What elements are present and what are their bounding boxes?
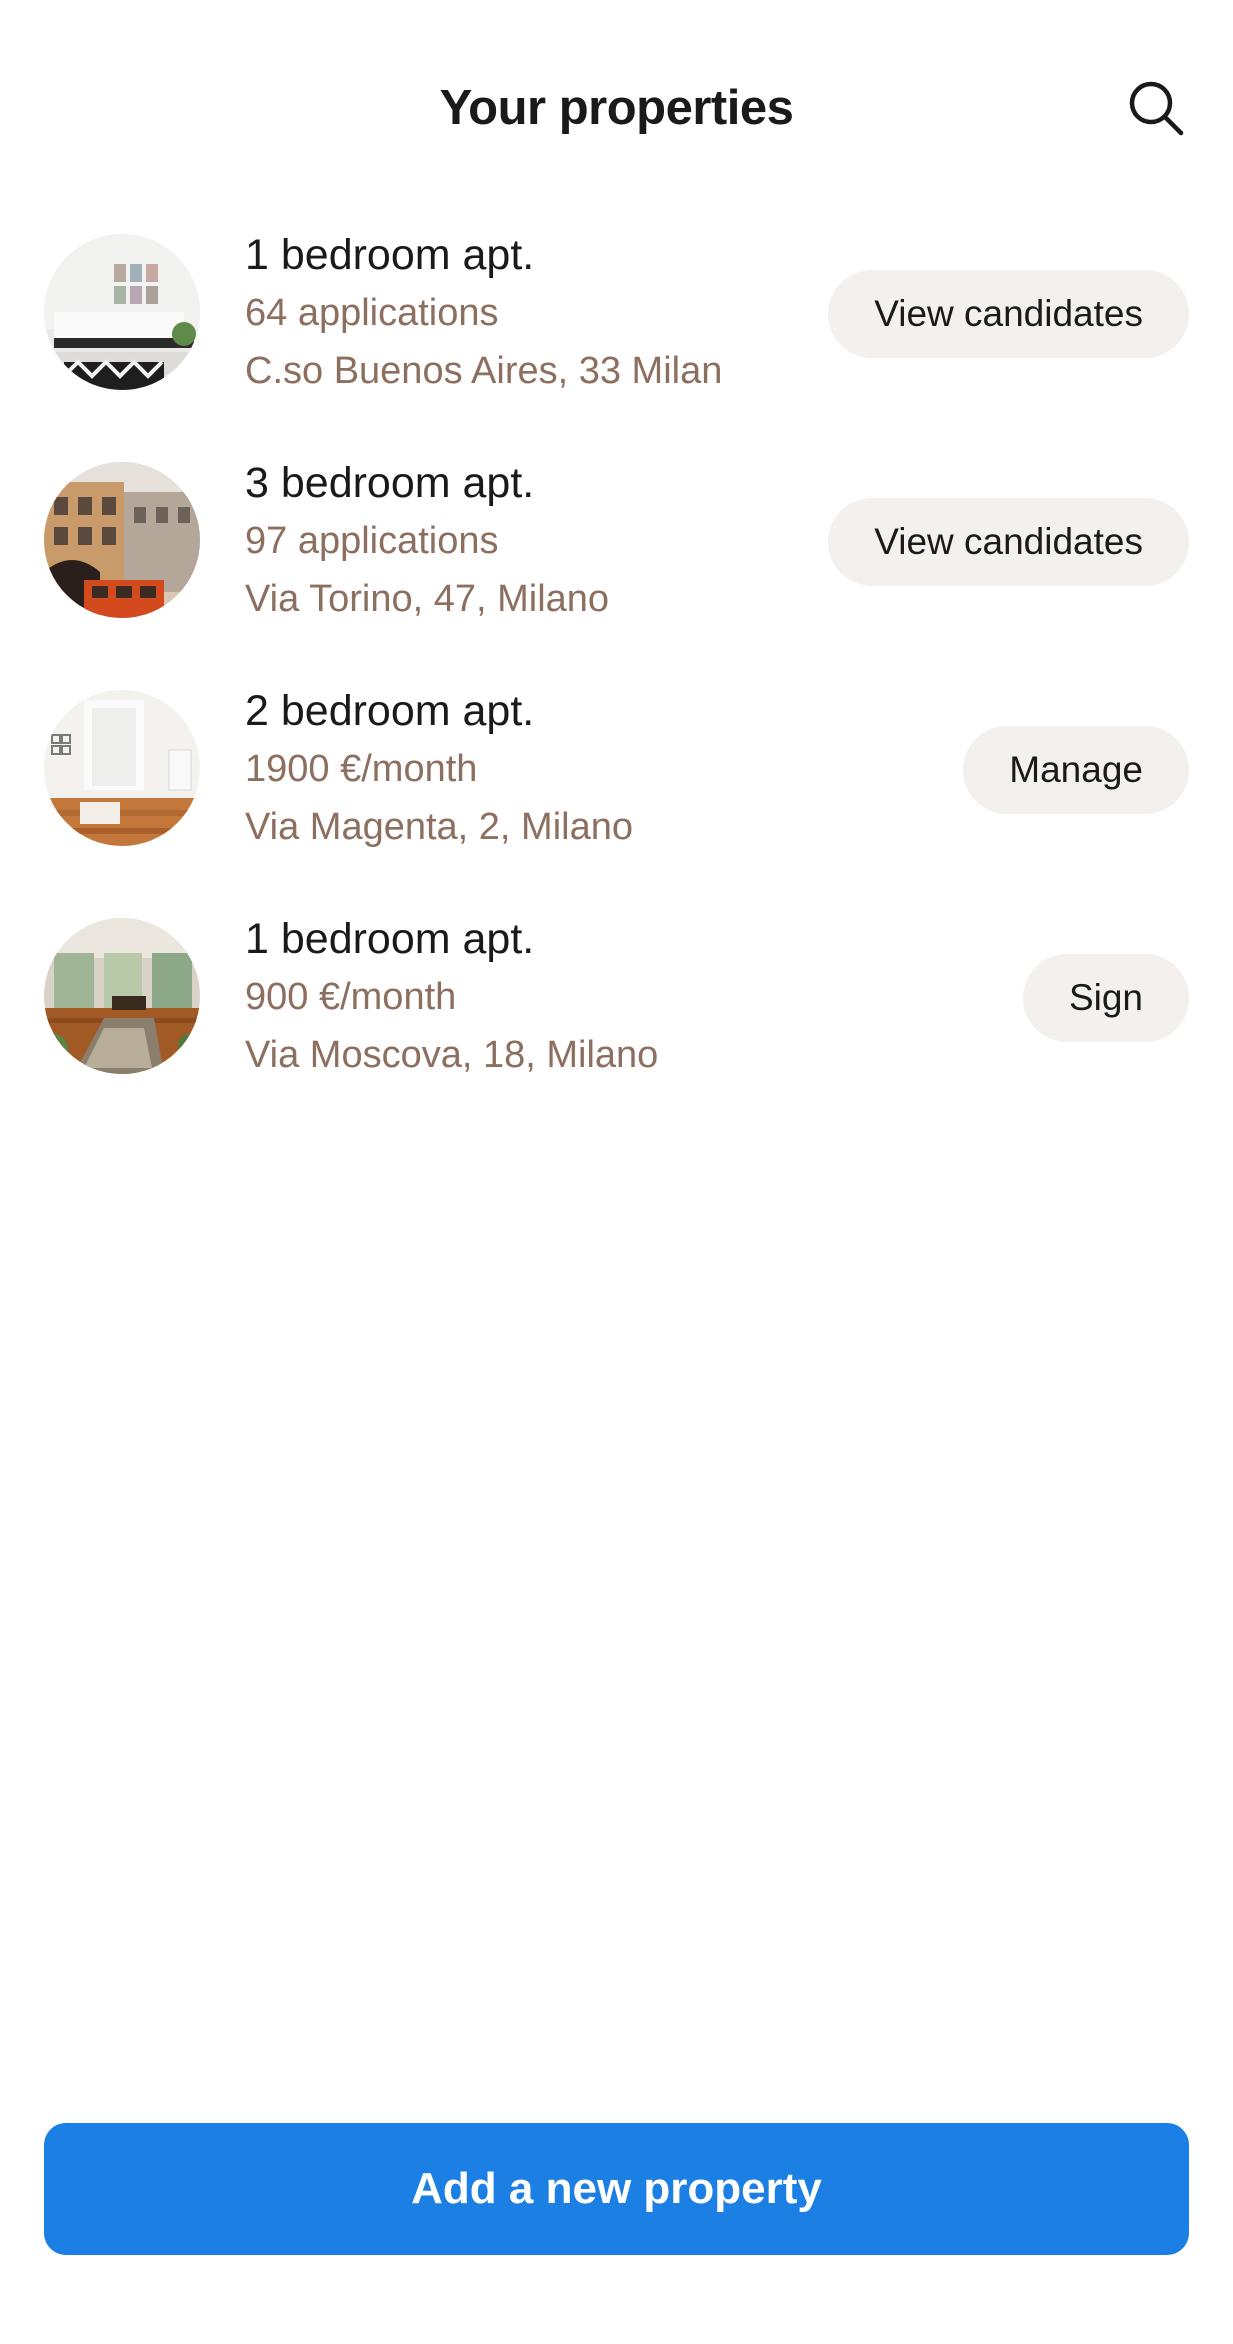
property-detail: 97 applications bbox=[245, 520, 499, 562]
sign-button[interactable]: Sign bbox=[1022, 954, 1189, 1042]
property-photo bbox=[44, 918, 200, 1074]
property-info: 1 bedroom apt. 900 €/month Via Moscova, … bbox=[245, 912, 805, 1088]
property-row[interactable]: 1 bedroom apt. 900 €/month Via Moscova, … bbox=[0, 912, 1233, 1140]
search-button[interactable] bbox=[1124, 78, 1188, 142]
header: Your properties bbox=[0, 0, 1233, 220]
search-icon bbox=[1127, 79, 1185, 142]
property-title: 2 bedroom apt. bbox=[245, 687, 535, 735]
property-title: 3 bedroom apt. bbox=[245, 459, 535, 507]
property-info: 2 bedroom apt. 1900 €/month Via Magenta,… bbox=[245, 684, 805, 860]
property-detail: 64 applications bbox=[245, 292, 499, 334]
view-candidates-button[interactable]: View candidates bbox=[828, 270, 1189, 358]
property-row[interactable]: 3 bedroom apt. 97 applications Via Torin… bbox=[0, 456, 1233, 684]
property-photo bbox=[44, 462, 200, 618]
property-detail: 900 €/month bbox=[245, 976, 457, 1018]
view-candidates-button[interactable]: View candidates bbox=[828, 498, 1189, 586]
property-title: 1 bedroom apt. bbox=[245, 231, 535, 279]
property-address: C.so Buenos Aires, 33 Milan bbox=[245, 350, 723, 392]
property-photo bbox=[44, 690, 200, 846]
add-property-button[interactable]: Add a new property bbox=[44, 2123, 1189, 2255]
manage-button[interactable]: Manage bbox=[963, 726, 1189, 814]
property-address: Via Moscova, 18, Milano bbox=[245, 1034, 659, 1076]
property-row[interactable]: 2 bedroom apt. 1900 €/month Via Magenta,… bbox=[0, 684, 1233, 912]
property-info: 1 bedroom apt. 64 applications C.so Buen… bbox=[245, 228, 805, 404]
property-detail: 1900 €/month bbox=[245, 748, 478, 790]
property-list: 1 bedroom apt. 64 applications C.so Buen… bbox=[0, 228, 1233, 1140]
property-info: 3 bedroom apt. 97 applications Via Torin… bbox=[245, 456, 805, 632]
properties-screen: Your properties 1 bedroom apt. 64 applic… bbox=[0, 0, 1233, 2344]
property-address: Via Torino, 47, Milano bbox=[245, 578, 610, 620]
page-title: Your properties bbox=[439, 81, 794, 135]
property-row[interactable]: 1 bedroom apt. 64 applications C.so Buen… bbox=[0, 228, 1233, 456]
property-title: 1 bedroom apt. bbox=[245, 915, 535, 963]
property-photo bbox=[44, 234, 200, 390]
property-address: Via Magenta, 2, Milano bbox=[245, 806, 633, 848]
